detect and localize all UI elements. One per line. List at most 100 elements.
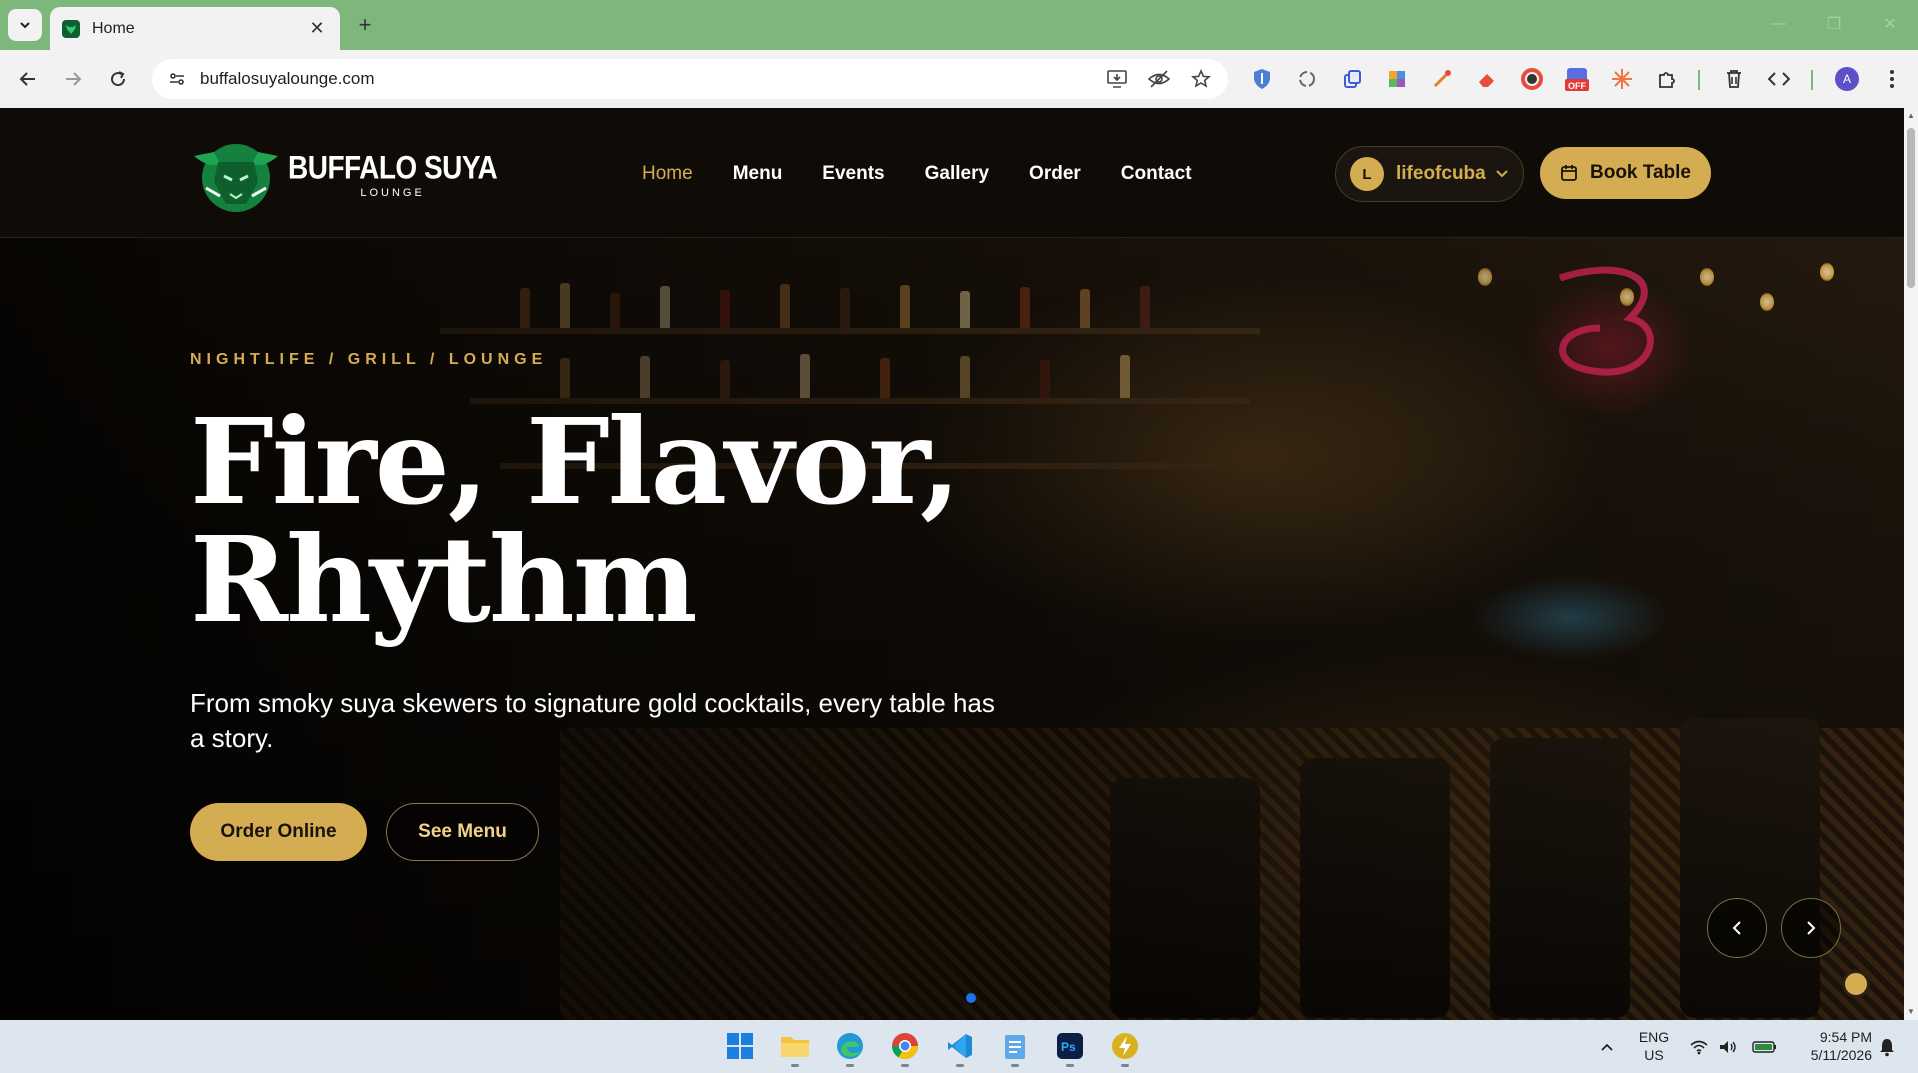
- windows-taskbar: Ps ENG US 9:54 PM 5/11/2026: [0, 1020, 1918, 1073]
- running-indicator: [956, 1064, 964, 1067]
- main-nav: Home Menu Events Gallery Order Contact: [642, 163, 1192, 185]
- reload-button[interactable]: [102, 63, 134, 95]
- close-window-button[interactable]: ✕: [1870, 10, 1910, 38]
- hero-title-line-2: Rhythm: [190, 510, 698, 649]
- user-menu-button[interactable]: L lifeofcuba: [1335, 146, 1524, 202]
- running-indicator: [791, 1064, 799, 1067]
- carousel-prev-button[interactable]: [1707, 898, 1767, 958]
- toolbar-divider: [1698, 70, 1700, 90]
- color-picker-extension-icon[interactable]: [1427, 64, 1457, 94]
- circle-extension-icon[interactable]: [1517, 64, 1547, 94]
- notepad-icon: [1005, 1035, 1025, 1059]
- trash-icon[interactable]: [1719, 64, 1749, 94]
- nav-gallery[interactable]: Gallery: [925, 163, 989, 185]
- extension-off-badge: OFF: [1568, 81, 1586, 91]
- new-tab-button[interactable]: +: [352, 12, 378, 38]
- book-table-button[interactable]: Book Table: [1540, 147, 1711, 199]
- file-explorer-app[interactable]: [777, 1028, 813, 1067]
- logo-name: BUFFALO SUYA: [288, 149, 498, 186]
- chevron-left-icon: [1732, 921, 1741, 935]
- url-text[interactable]: buffalosuyalounge.com: [200, 69, 1090, 89]
- running-indicator: [1011, 1064, 1019, 1067]
- back-button[interactable]: [12, 63, 44, 95]
- eraser-extension-icon[interactable]: [1472, 64, 1502, 94]
- chevron-down-icon: [20, 22, 30, 29]
- chrome-icon: [891, 1033, 919, 1060]
- edge-app[interactable]: [832, 1028, 868, 1067]
- running-indicator: [846, 1064, 854, 1067]
- clock-date: 5/11/2026: [1810, 1047, 1872, 1063]
- address-bar[interactable]: buffalosuyalounge.com: [152, 59, 1228, 99]
- svg-text:Ps: Ps: [1061, 1040, 1076, 1054]
- close-tab-icon[interactable]: ✕: [306, 18, 328, 40]
- bookmark-star-icon[interactable]: [1186, 64, 1216, 94]
- folder-icon: [781, 1037, 809, 1057]
- sunburst-extension-icon[interactable]: [1607, 64, 1637, 94]
- recycle-extension-icon[interactable]: [1292, 64, 1322, 94]
- code-brackets-icon[interactable]: [1764, 64, 1794, 94]
- browser-tab-bar: Home ✕ + — ❐ ✕: [0, 0, 1918, 50]
- order-online-button[interactable]: Order Online: [190, 803, 367, 861]
- volume-icon[interactable]: [1717, 1036, 1739, 1058]
- running-indicator: [1121, 1064, 1129, 1067]
- user-avatar: L: [1350, 157, 1384, 191]
- battery-icon[interactable]: [1751, 1036, 1779, 1058]
- hero-eyebrow: NIGHTLIFE / GRILL / LOUNGE: [190, 351, 548, 368]
- minimize-window-button[interactable]: —: [1758, 10, 1798, 38]
- vscode-icon: [948, 1034, 972, 1058]
- hero-carousel: NIGHTLIFE / GRILL / LOUNGE Fire, Flavor,…: [0, 238, 1904, 1020]
- tab-title: Home: [92, 19, 135, 37]
- start-button[interactable]: [722, 1028, 758, 1064]
- pinned-app[interactable]: [1107, 1028, 1143, 1067]
- nav-order[interactable]: Order: [1029, 163, 1081, 185]
- clock[interactable]: 9:54 PM 5/11/2026: [1790, 1028, 1872, 1064]
- hero-description: From smoky suya skewers to signature gol…: [190, 688, 995, 753]
- toolbar-divider: [1811, 70, 1813, 90]
- restore-window-button[interactable]: ❐: [1814, 10, 1854, 38]
- page-scrollbar[interactable]: ▲ ▼: [1904, 108, 1918, 1020]
- notification-bell-icon[interactable]: [1876, 1036, 1898, 1058]
- puzzle-color-extension-icon[interactable]: [1382, 64, 1412, 94]
- running-indicator: [1066, 1064, 1074, 1067]
- arrow-right-icon: [66, 72, 82, 86]
- nav-contact[interactable]: Contact: [1121, 163, 1192, 185]
- nav-events[interactable]: Events: [822, 163, 884, 185]
- buffalo-logo-icon: [194, 144, 278, 212]
- profile-avatar[interactable]: A: [1832, 64, 1862, 94]
- eye-off-icon[interactable]: [1144, 64, 1174, 94]
- nav-menu[interactable]: Menu: [733, 163, 783, 185]
- book-table-label: Book Table: [1590, 162, 1691, 183]
- chrome-app[interactable]: [887, 1028, 923, 1067]
- wifi-icon[interactable]: [1688, 1036, 1710, 1058]
- adblock-extension-icon[interactable]: OFF: [1562, 64, 1592, 94]
- running-indicator: [901, 1064, 909, 1067]
- scrollbar-thumb[interactable]: [1907, 128, 1915, 288]
- photoshop-icon: Ps: [1057, 1033, 1083, 1059]
- tab-home[interactable]: Home ✕: [50, 7, 340, 50]
- site-logo[interactable]: BUFFALO SUYA LOUNGE: [190, 138, 498, 214]
- browser-menu-icon[interactable]: [1877, 64, 1907, 94]
- site-header: BUFFALO SUYA LOUNGE Home Menu Events Gal…: [0, 108, 1904, 238]
- see-menu-button[interactable]: See Menu: [386, 803, 539, 861]
- input-language[interactable]: ENG US: [1636, 1028, 1672, 1064]
- vscode-app[interactable]: [942, 1028, 978, 1067]
- copy-extension-icon[interactable]: [1337, 64, 1367, 94]
- notepad-app[interactable]: [997, 1028, 1033, 1067]
- extensions-puzzle-icon[interactable]: [1652, 64, 1682, 94]
- nav-home[interactable]: Home: [642, 163, 693, 185]
- shield-extension-icon[interactable]: [1247, 64, 1277, 94]
- site-info-icon[interactable]: [164, 66, 190, 92]
- carousel-indicator-dot[interactable]: [966, 993, 976, 1003]
- hero-title: Fire, Flavor, Rhythm: [190, 403, 1090, 639]
- photoshop-app[interactable]: Ps: [1052, 1028, 1088, 1067]
- windows-logo-icon: [727, 1033, 753, 1059]
- show-hidden-icons-chevron-up-icon[interactable]: [1596, 1036, 1618, 1058]
- carousel-next-button[interactable]: [1781, 898, 1841, 958]
- forward-button[interactable]: [57, 63, 89, 95]
- scroll-up-icon[interactable]: ▲: [1906, 110, 1916, 120]
- chat-widget-icon[interactable]: [1842, 970, 1870, 998]
- logo-subtitle: LOUNGE: [360, 187, 425, 199]
- install-app-icon[interactable]: [1102, 64, 1132, 94]
- scroll-down-icon[interactable]: ▼: [1906, 1006, 1916, 1016]
- tab-search-button[interactable]: [8, 9, 42, 41]
